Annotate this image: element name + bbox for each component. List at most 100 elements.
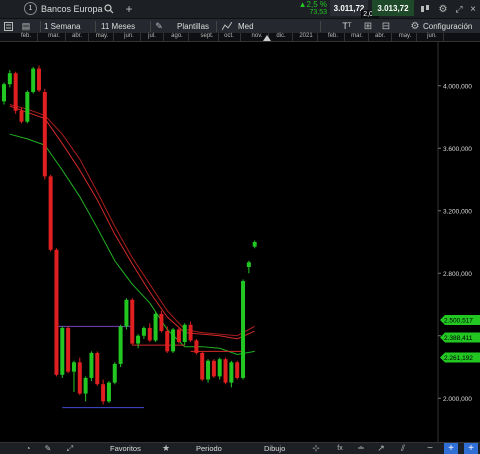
compare-icon[interactable]: ⊞ <box>362 20 374 32</box>
price-type-selector[interactable]: Med <box>238 19 254 33</box>
month-label: ago. <box>171 33 183 39</box>
range-selector[interactable]: 11 Meses <box>101 19 135 33</box>
month-label: abr. <box>374 33 386 39</box>
candle-body <box>54 249 59 375</box>
instrument-name[interactable]: Bancos Europa <box>41 2 103 16</box>
candle-body <box>66 327 71 372</box>
zoom-in-icon[interactable]: + <box>464 443 478 454</box>
expand-icon[interactable]: ⤢ <box>453 2 465 16</box>
candle-body <box>206 360 211 380</box>
zoom-out-icon[interactable]: − <box>424 443 436 454</box>
candle-body <box>7 73 12 85</box>
y-tick-label: 2.800,000 <box>443 271 472 278</box>
month-label: dic. <box>276 33 286 39</box>
bottom-bar: ◔ ✎ ⤢ Favoritos ★ Periodo Dibujo ⊹ fx ∸ … <box>0 442 480 454</box>
toolbar-list-icon[interactable]: ▤ <box>20 20 32 32</box>
month-label: oct. <box>224 33 234 39</box>
candle-body <box>31 68 36 92</box>
candle-body <box>71 362 76 372</box>
month-divider <box>317 33 318 42</box>
month-label: sept. <box>200 33 214 39</box>
candle-body <box>136 335 141 344</box>
chart-toolbar: ▤ 1 Semana 11 Meses ✎ Plantillas Med TT … <box>0 18 480 33</box>
drawing-tools-icon[interactable]: ✎ <box>153 20 165 32</box>
ask-button[interactable]: 3.013,72 <box>372 0 414 16</box>
channel-tool-icon[interactable]: ⫽ <box>397 443 409 454</box>
fx-tool-icon[interactable]: fx <box>333 443 347 454</box>
month-divider <box>416 33 417 42</box>
settings-button[interactable]: Configuración <box>423 19 472 33</box>
chart-type-icon[interactable] <box>418 2 432 16</box>
candle-body <box>200 352 205 380</box>
candle-body <box>153 313 158 341</box>
text-tool-button[interactable]: TT <box>339 19 355 33</box>
horizontal-line-tool-icon[interactable]: ∸ <box>355 443 367 454</box>
candle-body <box>89 352 94 378</box>
search-icon[interactable] <box>102 1 116 17</box>
history-icon[interactable]: ◔ <box>22 443 34 454</box>
month-divider <box>391 33 392 42</box>
candle-body <box>112 363 117 383</box>
candle-body <box>2 84 6 102</box>
candle-body <box>171 329 176 352</box>
month-label: abr. <box>71 33 83 39</box>
star-icon[interactable]: ★ <box>160 443 172 454</box>
favorites-button[interactable]: Favoritos <box>110 443 141 454</box>
candle-body <box>118 326 123 364</box>
toolbar-menu-icon[interactable] <box>2 20 14 32</box>
month-divider <box>113 33 114 42</box>
candle-body <box>25 92 30 122</box>
chart-canvas[interactable]: 4.000,0003.600,0003.200,0002.800,0002.40… <box>0 42 480 442</box>
pencil-icon[interactable]: ✎ <box>42 443 54 454</box>
studies-icon[interactable] <box>221 20 233 32</box>
month-divider <box>240 33 241 42</box>
price-chart[interactable]: 4.000,0003.600,0003.200,0002.800,0002.40… <box>0 42 480 442</box>
time-axis-bar: feb. mar. abr. may. jun. jul. ago. sept. oct. nov… <box>0 33 480 42</box>
candle-body <box>19 110 24 122</box>
month-label: nov. <box>251 33 263 39</box>
candle-body <box>241 281 246 378</box>
month-divider <box>368 33 369 42</box>
price-label-text: 2.500,517 <box>444 318 473 325</box>
close-icon[interactable]: × <box>467 2 479 16</box>
candle-body <box>147 327 152 341</box>
trend-tool-icon[interactable]: ↗ <box>375 443 387 454</box>
candle-body <box>130 299 135 344</box>
crosshair-active-icon[interactable]: + <box>444 443 458 454</box>
candle-body <box>42 92 47 177</box>
month-divider <box>218 33 219 42</box>
candle-body <box>246 262 251 267</box>
candle-body <box>48 176 53 250</box>
drawing-button[interactable]: Dibujo <box>264 443 285 454</box>
top-bar: 1 Bancos Europa + ▲2,5 % 73,53 3.011,72 … <box>0 0 480 19</box>
month-divider <box>163 33 164 42</box>
candle-body <box>124 299 129 327</box>
change-box: ▲2,5 % 73,53 <box>294 0 329 18</box>
settings-icon[interactable]: ⚙ <box>436 2 450 16</box>
price-label-text: 2.388,411 <box>444 335 473 342</box>
current-date-marker[interactable] <box>263 35 271 41</box>
month-label: jun. <box>124 33 134 39</box>
month-divider <box>188 33 189 42</box>
month-label: jun. <box>427 33 437 39</box>
candle-body <box>252 242 257 247</box>
candle-body <box>13 73 18 111</box>
change-absolute: 73,53 <box>309 9 327 16</box>
candle-body <box>60 327 65 375</box>
layout-icon[interactable]: ⊟ <box>380 20 392 32</box>
candle-body <box>188 324 193 341</box>
settings-gear-icon[interactable]: ⚙ <box>408 19 422 33</box>
month-divider <box>37 33 38 42</box>
month-divider <box>88 33 89 42</box>
candle-body <box>77 362 82 394</box>
crosshair-tool-icon[interactable]: ⊹ <box>310 443 322 454</box>
period-button[interactable]: Periodo <box>196 443 222 454</box>
expand-chart-icon[interactable]: ⤢ <box>64 443 76 454</box>
candle-body <box>159 313 164 332</box>
templates-selector[interactable]: Plantillas <box>177 19 209 33</box>
candle-body <box>36 68 41 91</box>
candle-body <box>229 362 234 383</box>
period-selector[interactable]: 1 Semana <box>44 19 80 33</box>
candle-body <box>235 362 240 378</box>
add-tab-icon[interactable]: + <box>122 1 136 17</box>
